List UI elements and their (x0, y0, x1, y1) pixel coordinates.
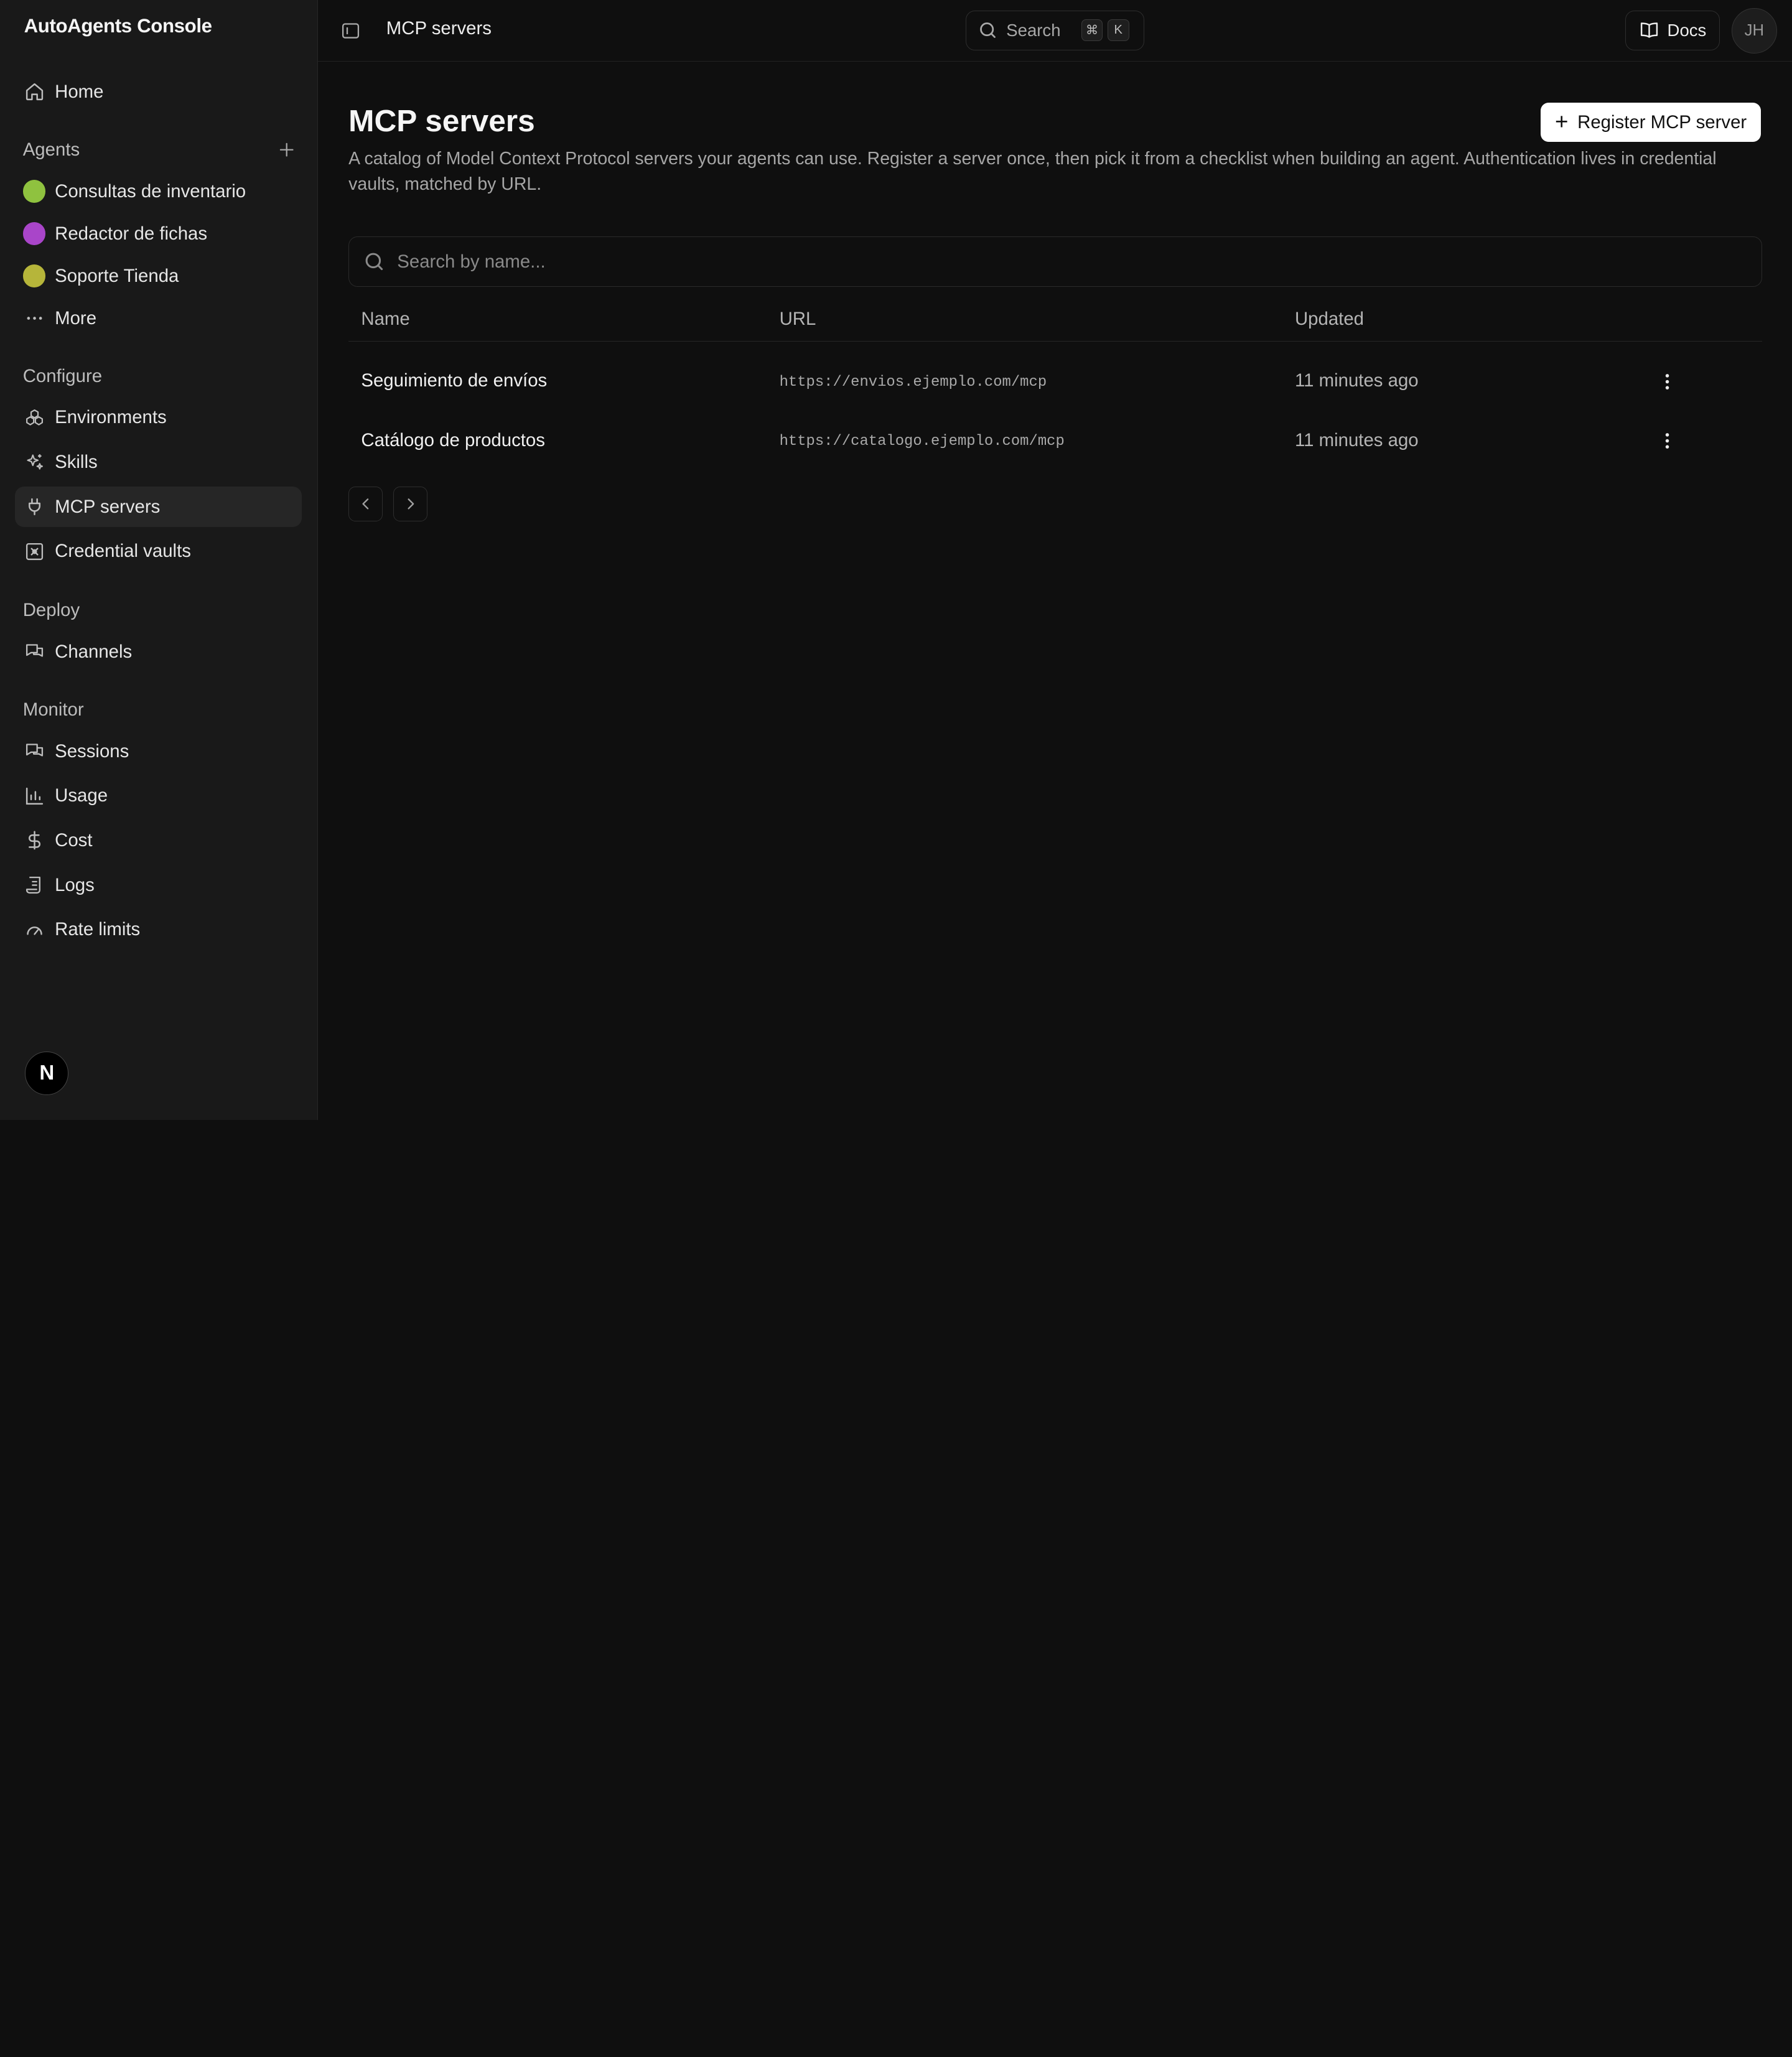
kbd-cmd: ⌘ (1081, 19, 1103, 42)
server-updated: 11 minutes ago (1294, 429, 1419, 450)
plus-icon: + (1554, 109, 1569, 135)
main-content: MCP servers Search ⌘ K Docs JH MCP serve… (317, 0, 1792, 1120)
sidebar-item-label: Consultas de inventario (55, 180, 246, 202)
sidebar-item-home[interactable]: Home (15, 72, 302, 112)
search-input[interactable] (397, 251, 1712, 273)
server-url: https://catalogo.ejemplo.com/mcp (779, 433, 1065, 450)
sidebar-item-label: Credential vaults (55, 541, 191, 562)
top-bar: MCP servers Search ⌘ K Docs JH (317, 0, 1792, 62)
search-field (348, 236, 1763, 287)
page-description: A catalog of Model Context Protocol serv… (348, 149, 1717, 194)
sidebar-item-label: Soporte Tienda (55, 265, 179, 286)
column-header-updated[interactable]: Updated (1295, 309, 1364, 330)
sidebar-toggle-icon[interactable] (340, 21, 361, 41)
agent-color-dot (22, 222, 46, 245)
app-title: AutoAgents Console (24, 14, 212, 37)
table-header: Name URL Updated (348, 297, 1763, 342)
breadcrumb: MCP servers (386, 18, 492, 39)
global-search-button[interactable]: Search ⌘ K (966, 10, 1144, 50)
sidebar-item-label: Skills (55, 451, 98, 472)
register-button-label: Register MCP server (1577, 111, 1747, 133)
deploy-section-label: Deploy (22, 600, 80, 621)
docs-label: Docs (1667, 20, 1707, 40)
sidebar-item-channels[interactable]: Channels (15, 632, 302, 672)
sidebar-item-sessions[interactable]: Sessions (15, 731, 302, 771)
search-icon (365, 253, 383, 271)
app-root: AutoAgents Console Home Agents Consultas… (0, 0, 1792, 1120)
sidebar-item-label: Sessions (55, 740, 129, 762)
server-url: https://envios.ejemplo.com/mcp (779, 373, 1047, 391)
mcp-servers-table: Name URL Updated Seguimiento de envíos h… (348, 297, 1763, 472)
sidebar-item-label: Redactor de fichas (55, 223, 208, 244)
sidebar-item-label: Logs (55, 874, 95, 895)
sidebar-item-cost[interactable]: Cost (15, 821, 302, 861)
sidebar-item-label: MCP servers (55, 496, 161, 517)
gauge-icon (23, 918, 46, 941)
page-title: MCP servers (348, 103, 535, 139)
more-dots-icon (23, 307, 46, 330)
search-icon (980, 22, 996, 39)
column-header-url[interactable]: URL (780, 309, 816, 330)
server-updated: 11 minutes ago (1294, 370, 1419, 391)
sidebar-item-label: More (55, 307, 97, 329)
sidebar-item-environments[interactable]: Environments (15, 398, 302, 437)
chevron-left-icon (362, 498, 369, 510)
book-icon (1640, 22, 1658, 38)
avatar[interactable]: JH (1731, 7, 1778, 54)
more-vertical-icon[interactable] (1655, 429, 1680, 454)
previous-page-button[interactable] (348, 487, 383, 521)
chevron-right-icon (407, 498, 414, 510)
sidebar: AutoAgents Console Home Agents Consultas… (0, 0, 318, 1120)
sidebar-item-label: Rate limits (55, 919, 141, 940)
sidebar-item-more[interactable]: More (15, 298, 302, 338)
docs-button[interactable]: Docs (1625, 10, 1720, 50)
home-icon (23, 80, 46, 103)
n-badge[interactable]: N (25, 1051, 69, 1095)
next-page-button[interactable] (393, 487, 427, 521)
monitor-section-label: Monitor (22, 699, 84, 721)
table-row[interactable]: Catálogo de productos https://catalogo.e… (348, 413, 1762, 472)
sidebar-item-agent-soporte[interactable]: Soporte Tienda (15, 256, 302, 296)
sparkles-icon (23, 451, 46, 474)
sidebar-item-usage[interactable]: Usage (15, 776, 302, 816)
server-name[interactable]: Catálogo de productos (361, 430, 545, 451)
sidebar-item-logs[interactable]: Logs (15, 865, 302, 905)
sidebar-item-rate-limits[interactable]: Rate limits (15, 910, 302, 949)
chat-bubbles-icon (23, 640, 46, 663)
sidebar-item-label: Home (55, 81, 104, 102)
dollar-icon (23, 829, 46, 852)
kbd-k: K (1107, 19, 1129, 42)
vault-icon (23, 540, 46, 563)
boxes-icon (23, 406, 46, 429)
scroll-icon (23, 874, 46, 897)
column-header-name[interactable]: Name (361, 309, 409, 330)
agent-color-dot (22, 264, 46, 287)
sidebar-item-mcp-servers[interactable]: MCP servers (14, 487, 302, 527)
sidebar-item-label: Channels (55, 641, 133, 662)
sidebar-item-label: Usage (55, 785, 108, 806)
agents-section-label: Agents (22, 139, 80, 161)
table-row[interactable]: Seguimiento de envíos https://envios.eje… (348, 353, 1762, 413)
sidebar-item-label: Cost (55, 829, 93, 851)
sidebar-item-credential-vaults[interactable]: Credential vaults (15, 531, 302, 571)
sidebar-item-agent-redactor[interactable]: Redactor de fichas (15, 213, 302, 253)
configure-section-label: Configure (22, 365, 103, 386)
server-name[interactable]: Seguimiento de envíos (361, 370, 547, 391)
sidebar-item-agent-consultas[interactable]: Consultas de inventario (15, 172, 302, 212)
sidebar-item-skills[interactable]: Skills (15, 442, 302, 482)
plug-icon (23, 495, 46, 518)
sidebar-item-label: Environments (55, 407, 167, 428)
messages-icon (23, 740, 46, 763)
add-agent-button[interactable] (276, 139, 297, 160)
agent-color-dot (22, 180, 46, 203)
register-mcp-server-button[interactable]: + Register MCP server (1540, 103, 1762, 142)
more-vertical-icon[interactable] (1655, 369, 1680, 394)
search-label: Search (1006, 20, 1061, 40)
bar-chart-icon (23, 785, 46, 808)
